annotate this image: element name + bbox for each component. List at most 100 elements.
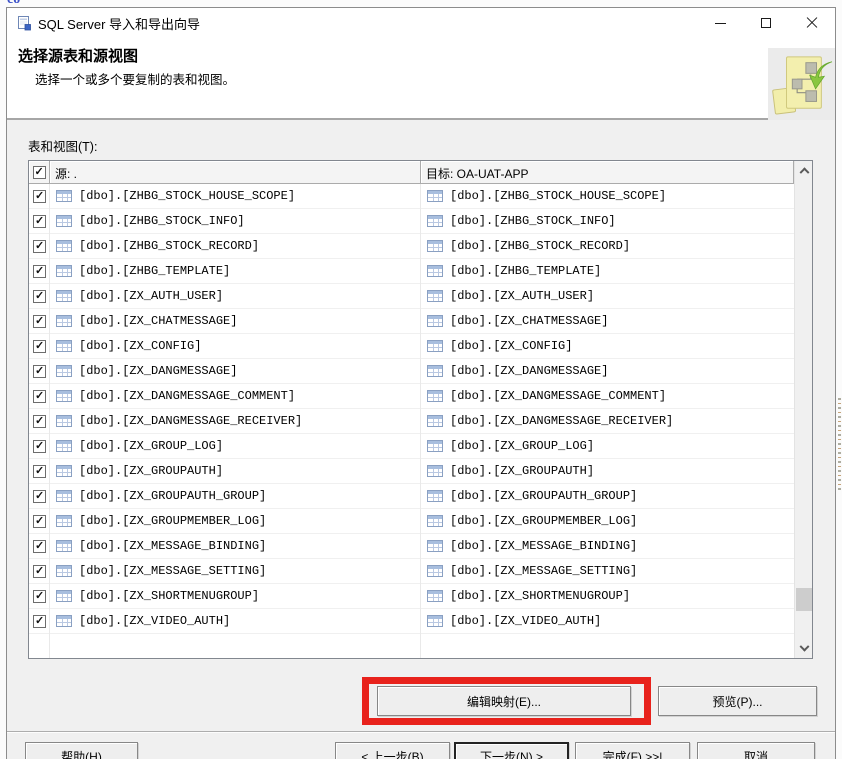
table-row[interactable]: [dbo].[ZX_MESSAGE_BINDING] [dbo].[ZX_MES… bbox=[29, 534, 794, 559]
source-cell: [dbo].[ZX_MESSAGE_BINDING] bbox=[50, 539, 421, 553]
table-row[interactable]: [dbo].[ZX_DANGMESSAGE] [dbo].[ZX_DANGMES… bbox=[29, 359, 794, 384]
row-checkbox-cell bbox=[29, 439, 50, 453]
scroll-up-button[interactable] bbox=[795, 161, 813, 178]
source-cell-text: [dbo].[ZX_DANGMESSAGE] bbox=[79, 364, 238, 378]
target-cell: [dbo].[ZX_SHORTMENUGROUP] bbox=[421, 589, 794, 603]
row-checkbox[interactable] bbox=[33, 439, 46, 453]
page-subtitle: 选择一个或多个要复制的表和视图。 bbox=[35, 73, 236, 87]
table-icon bbox=[427, 515, 443, 527]
source-cell-text: [dbo].[ZHBG_TEMPLATE] bbox=[79, 264, 231, 278]
row-checkbox[interactable] bbox=[33, 264, 46, 278]
target-cell: [dbo].[ZX_GROUPAUTH_GROUP] bbox=[421, 489, 794, 503]
target-cell-text: [dbo].[ZX_GROUPAUTH] bbox=[450, 464, 595, 478]
row-checkbox-cell bbox=[29, 239, 50, 253]
table-icon bbox=[427, 590, 443, 602]
table-row[interactable]: [dbo].[ZX_GROUP_LOG] [dbo].[ZX_GROUP_LOG… bbox=[29, 434, 794, 459]
row-checkbox[interactable] bbox=[33, 289, 46, 303]
vertical-scrollbar[interactable] bbox=[794, 161, 812, 658]
table-row[interactable]: [dbo].[ZX_SHORTMENUGROUP] [dbo].[ZX_SHOR… bbox=[29, 584, 794, 609]
row-checkbox[interactable] bbox=[33, 389, 46, 403]
source-cell-text: [dbo].[ZHBG_STOCK_INFO] bbox=[79, 214, 245, 228]
source-cell: [dbo].[ZX_GROUPAUTH] bbox=[50, 464, 421, 478]
target-cell-text: [dbo].[ZHBG_STOCK_RECORD] bbox=[450, 239, 631, 253]
row-checkbox[interactable] bbox=[33, 189, 46, 203]
table-row[interactable]: [dbo].[ZX_CHATMESSAGE] [dbo].[ZX_CHATMES… bbox=[29, 309, 794, 334]
row-checkbox-cell bbox=[29, 464, 50, 478]
table-icon bbox=[56, 315, 72, 327]
tables-grid: 源: . 目标: OA-UAT-APP [dbo].[ZHBG_STOCK_HO… bbox=[28, 160, 813, 659]
help-button[interactable]: 帮助(H) bbox=[25, 742, 138, 759]
table-row[interactable]: [dbo].[ZX_CONFIG] [dbo].[ZX_CONFIG] bbox=[29, 334, 794, 359]
column-separator bbox=[49, 184, 50, 658]
table-row[interactable]: [dbo].[ZX_AUTH_USER] [dbo].[ZX_AUTH_USER… bbox=[29, 284, 794, 309]
cancel-button[interactable]: 取消 bbox=[697, 742, 815, 759]
edit-mappings-button[interactable]: 编辑映射(E)... bbox=[377, 686, 631, 716]
row-checkbox[interactable] bbox=[33, 614, 46, 628]
row-checkbox[interactable] bbox=[33, 539, 46, 553]
row-checkbox[interactable] bbox=[33, 239, 46, 253]
source-cell: [dbo].[ZX_SHORTMENUGROUP] bbox=[50, 589, 421, 603]
target-cell-text: [dbo].[ZX_CONFIG] bbox=[450, 339, 573, 353]
row-checkbox[interactable] bbox=[33, 414, 46, 428]
row-checkbox[interactable] bbox=[33, 589, 46, 603]
row-checkbox-cell bbox=[29, 289, 50, 303]
row-checkbox[interactable] bbox=[33, 364, 46, 378]
row-checkbox[interactable] bbox=[33, 339, 46, 353]
maximize-button[interactable] bbox=[743, 8, 789, 38]
table-row[interactable]: [dbo].[ZHBG_STOCK_HOUSE_SCOPE] [dbo].[ZH… bbox=[29, 184, 794, 209]
source-cell: [dbo].[ZX_DANGMESSAGE_COMMENT] bbox=[50, 389, 421, 403]
table-icon bbox=[427, 540, 443, 552]
table-row[interactable]: [dbo].[ZX_DANGMESSAGE_RECEIVER] [dbo].[Z… bbox=[29, 409, 794, 434]
back-button[interactable]: < 上一步(B) bbox=[335, 742, 450, 759]
table-icon bbox=[427, 240, 443, 252]
source-cell: [dbo].[ZX_CONFIG] bbox=[50, 339, 421, 353]
table-icon bbox=[56, 265, 72, 277]
scrollbar-thumb[interactable] bbox=[796, 588, 812, 611]
target-column-header[interactable]: 目标: OA-UAT-APP bbox=[421, 161, 794, 184]
target-cell: [dbo].[ZX_DANGMESSAGE_RECEIVER] bbox=[421, 414, 794, 428]
table-row[interactable]: [dbo].[ZX_GROUPAUTH_GROUP] [dbo].[ZX_GRO… bbox=[29, 484, 794, 509]
target-cell-text: [dbo].[ZX_VIDEO_AUTH] bbox=[450, 614, 602, 628]
row-checkbox[interactable] bbox=[33, 214, 46, 228]
preview-button[interactable]: 预览(P)... bbox=[658, 686, 817, 716]
source-cell-text: [dbo].[ZHBG_STOCK_HOUSE_SCOPE] bbox=[79, 189, 296, 203]
row-checkbox-cell bbox=[29, 389, 50, 403]
row-checkbox[interactable] bbox=[33, 314, 46, 328]
row-checkbox[interactable] bbox=[33, 464, 46, 478]
footer-divider bbox=[7, 731, 835, 732]
scroll-down-button[interactable] bbox=[795, 641, 813, 658]
table-row[interactable]: [dbo].[ZHBG_TEMPLATE] [dbo].[ZHBG_TEMPLA… bbox=[29, 259, 794, 284]
table-icon bbox=[56, 590, 72, 602]
grid-rows: [dbo].[ZHBG_STOCK_HOUSE_SCOPE] [dbo].[ZH… bbox=[29, 184, 794, 658]
minimize-icon bbox=[714, 22, 726, 24]
table-row[interactable]: [dbo].[ZX_GROUPAUTH] [dbo].[ZX_GROUPAUTH… bbox=[29, 459, 794, 484]
row-checkbox[interactable] bbox=[33, 514, 46, 528]
source-column-header[interactable]: 源: . bbox=[50, 161, 421, 184]
table-row[interactable]: [dbo].[ZX_MESSAGE_SETTING] [dbo].[ZX_MES… bbox=[29, 559, 794, 584]
next-button[interactable]: 下一步(N) > bbox=[454, 742, 569, 759]
select-all-checkbox[interactable] bbox=[32, 165, 46, 179]
close-button[interactable] bbox=[789, 8, 835, 38]
table-icon bbox=[56, 340, 72, 352]
table-icon bbox=[427, 465, 443, 477]
table-icon bbox=[427, 615, 443, 627]
row-checkbox[interactable] bbox=[33, 489, 46, 503]
table-icon bbox=[56, 615, 72, 627]
table-row[interactable]: [dbo].[ZHBG_STOCK_RECORD] [dbo].[ZHBG_ST… bbox=[29, 234, 794, 259]
grid-main: 源: . 目标: OA-UAT-APP [dbo].[ZHBG_STOCK_HO… bbox=[29, 161, 794, 658]
row-checkbox[interactable] bbox=[33, 564, 46, 578]
table-icon bbox=[427, 490, 443, 502]
source-cell-text: [dbo].[ZX_GROUPAUTH] bbox=[79, 464, 224, 478]
minimize-button[interactable] bbox=[697, 8, 743, 38]
row-checkbox-cell bbox=[29, 489, 50, 503]
table-row[interactable]: [dbo].[ZX_VIDEO_AUTH] [dbo].[ZX_VIDEO_AU… bbox=[29, 609, 794, 634]
table-icon bbox=[56, 490, 72, 502]
table-row[interactable]: [dbo].[ZHBG_STOCK_INFO] [dbo].[ZHBG_STOC… bbox=[29, 209, 794, 234]
row-checkbox-cell bbox=[29, 339, 50, 353]
finish-button[interactable]: 完成(F) >>| bbox=[575, 742, 690, 759]
caption-buttons bbox=[697, 8, 835, 38]
column-separator bbox=[420, 184, 421, 658]
table-row[interactable]: [dbo].[ZX_GROUPMEMBER_LOG] [dbo].[ZX_GRO… bbox=[29, 509, 794, 534]
table-icon bbox=[427, 315, 443, 327]
table-row[interactable]: [dbo].[ZX_DANGMESSAGE_COMMENT] [dbo].[ZX… bbox=[29, 384, 794, 409]
